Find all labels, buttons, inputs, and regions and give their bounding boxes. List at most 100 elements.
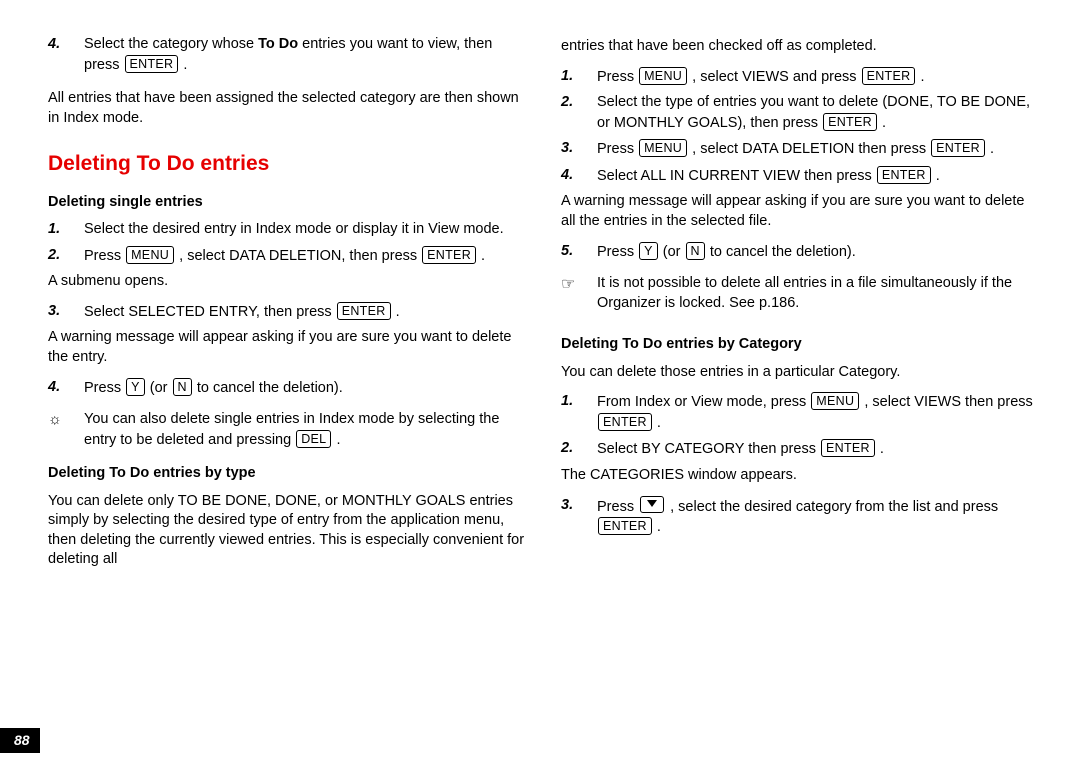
tip-body: It is not possible to delete all entries… [597, 274, 1038, 313]
paragraph: A warning message will appear asking if … [561, 192, 1038, 231]
subheading-category: Deleting To Do entries by Category [561, 335, 1038, 355]
step-number: 4. [48, 35, 84, 75]
step-number: 2. [561, 93, 597, 133]
section-heading-deleting: Deleting To Do entries [48, 150, 525, 178]
enter-key-icon: ENTER [422, 246, 476, 264]
text: . [653, 519, 661, 535]
subheading-type: Deleting To Do entries by type [48, 464, 525, 484]
menu-key-icon: MENU [639, 67, 687, 85]
n-key-icon: N [173, 378, 192, 396]
step-number: 4. [48, 378, 84, 399]
menu-key-icon: MENU [811, 392, 859, 410]
text: , select VIEWS and press [688, 69, 860, 85]
enter-key-icon: ENTER [821, 439, 875, 457]
step-body: Press MENU , select VIEWS and press ENTE… [597, 67, 1038, 88]
enter-key-icon: ENTER [598, 413, 652, 431]
n-key-icon: N [686, 242, 705, 260]
step-number: 2. [48, 246, 84, 267]
step-3c: 3. Press , select the desired category f… [561, 496, 1038, 538]
tip-bulb: ☼ You can also delete single entries in … [48, 410, 525, 450]
page-footer: 88 [0, 728, 1080, 752]
text: . [878, 115, 886, 131]
text: , select DATA DELETION, then press [175, 248, 421, 264]
text: Select SELECTED ENTRY, then press [84, 304, 336, 320]
step-body: Press , select the desired category from… [597, 496, 1038, 538]
manual-page: 4. Select the category whose To Do entri… [0, 0, 1080, 760]
menu-key-icon: MENU [126, 246, 174, 264]
text: . [653, 415, 661, 431]
step-3: 3. Select SELECTED ENTRY, then press ENT… [48, 302, 525, 323]
text: Press [597, 69, 638, 85]
step-number: 4. [561, 166, 597, 187]
paragraph: The CATEGORIES window appears. [561, 466, 1038, 486]
enter-key-icon: ENTER [125, 55, 179, 73]
step-1: 1. Select the desired entry in Index mod… [48, 220, 525, 240]
step-4b: 4. Press Y (or N to cancel the deletion)… [48, 378, 525, 399]
step-number: 3. [561, 496, 597, 538]
text: Select ALL IN CURRENT VIEW then press [597, 168, 876, 184]
text: , select DATA DELETION then press [688, 141, 930, 157]
step-body: Select the type of entries you want to d… [597, 93, 1038, 133]
text: (or [659, 244, 685, 260]
step-number: 3. [561, 139, 597, 160]
step-body: Press Y (or N to cancel the deletion). [84, 378, 525, 399]
text: . [932, 168, 940, 184]
text: . [876, 441, 884, 457]
text: Press [597, 141, 638, 157]
tip-hand: ☞ It is not possible to delete all entri… [561, 274, 1038, 313]
enter-key-icon: ENTER [931, 139, 985, 157]
subheading-single: Deleting single entries [48, 193, 525, 213]
y-key-icon: Y [126, 378, 145, 396]
text: . [332, 432, 340, 448]
step-number: 3. [48, 302, 84, 323]
text: , select VIEWS then press [860, 394, 1032, 410]
step-body: Select the category whose To Do entries … [84, 35, 525, 75]
step-body: From Index or View mode, press MENU , se… [597, 392, 1038, 433]
enter-key-icon: ENTER [598, 517, 652, 535]
enter-key-icon: ENTER [877, 166, 931, 184]
left-column: 4. Select the category whose To Do entri… [48, 35, 525, 580]
text: to cancel the deletion). [193, 380, 343, 396]
step-4: 4. Select ALL IN CURRENT VIEW then press… [561, 166, 1038, 187]
page-number: 88 [0, 728, 40, 753]
enter-key-icon: ENTER [823, 113, 877, 131]
bulb-icon: ☼ [48, 410, 84, 450]
down-arrow-key-icon [640, 496, 664, 513]
step-2: 2. Press MENU , select DATA DELETION, th… [48, 246, 525, 267]
step-number: 1. [561, 67, 597, 88]
text: Press [84, 248, 125, 264]
text: Select BY CATEGORY then press [597, 441, 820, 457]
step-body: Press Y (or N to cancel the deletion). [597, 242, 1038, 263]
paragraph: You can delete only TO BE DONE, DONE, or… [48, 492, 525, 570]
paragraph: entries that have been checked off as co… [561, 37, 1038, 57]
del-key-icon: DEL [296, 430, 331, 448]
step-body: Select BY CATEGORY then press ENTER . [597, 439, 1038, 460]
hand-icon: ☞ [561, 274, 597, 313]
paragraph: A submenu opens. [48, 272, 525, 292]
text: . [916, 69, 924, 85]
right-column: entries that have been checked off as co… [561, 35, 1038, 580]
step-number: 1. [48, 220, 84, 240]
step-2c: 2. Select BY CATEGORY then press ENTER . [561, 439, 1038, 460]
step-5: 5. Press Y (or N to cancel the deletion)… [561, 242, 1038, 263]
step-1: 1. Press MENU , select VIEWS and press E… [561, 67, 1038, 88]
step-number: 2. [561, 439, 597, 460]
step-body: Select SELECTED ENTRY, then press ENTER … [84, 302, 525, 323]
step-body: Press MENU , select DATA DELETION, then … [84, 246, 525, 267]
text: . [477, 248, 485, 264]
y-key-icon: Y [639, 242, 658, 260]
step-number: 5. [561, 242, 597, 263]
step-body: Select ALL IN CURRENT VIEW then press EN… [597, 166, 1038, 187]
paragraph: All entries that have been assigned the … [48, 89, 525, 128]
step-2: 2. Select the type of entries you want t… [561, 93, 1038, 133]
text: Press [597, 499, 638, 515]
step-3: 3. Press MENU , select DATA DELETION the… [561, 139, 1038, 160]
tip-body: You can also delete single entries in In… [84, 410, 525, 450]
paragraph: A warning message will appear asking if … [48, 328, 525, 367]
text: . [986, 141, 994, 157]
two-column-layout: 4. Select the category whose To Do entri… [48, 35, 1038, 580]
text: You can also delete single entries in In… [84, 411, 499, 448]
step-body: Press MENU , select DATA DELETION then p… [597, 139, 1038, 160]
text: to cancel the deletion). [706, 244, 856, 260]
text: . [392, 304, 400, 320]
